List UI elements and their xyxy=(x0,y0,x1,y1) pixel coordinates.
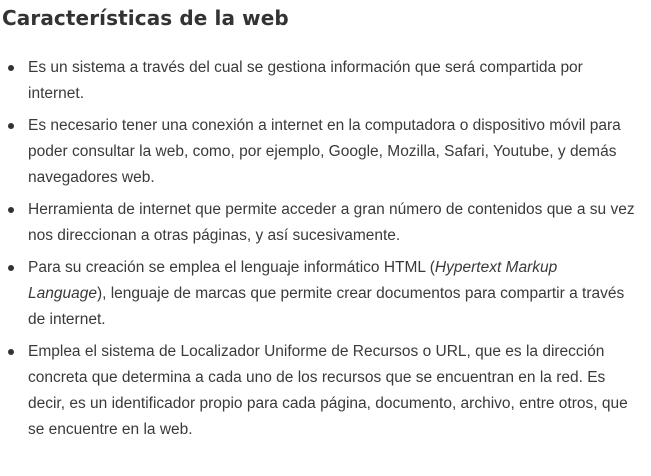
bullet-icon xyxy=(8,349,14,355)
list-item-text-after: ), lenguaje de marcas que permite crear … xyxy=(28,285,625,328)
bullet-icon xyxy=(8,123,14,129)
list-item-text: Es necesario tener una conexión a intern… xyxy=(28,117,621,186)
characteristics-list: Es un sistema a través del cual se gesti… xyxy=(0,55,651,449)
bullet-icon xyxy=(8,207,14,213)
list-item: Es un sistema a través del cual se gesti… xyxy=(0,55,639,107)
list-item-text: Para su creación se emplea el lenguaje i… xyxy=(28,259,624,328)
section-heading: Características de la web xyxy=(2,6,289,30)
list-item-text: Herramienta de internet que permite acce… xyxy=(28,201,635,244)
bullet-icon xyxy=(8,265,14,271)
list-item-text: Es un sistema a través del cual se gesti… xyxy=(28,59,583,102)
list-item-text-before: Para su creación se emplea el lenguaje i… xyxy=(28,259,435,276)
article-section: Características de la web Es un sistema … xyxy=(0,0,651,476)
list-item: Para su creación se emplea el lenguaje i… xyxy=(0,255,639,333)
bullet-icon xyxy=(8,65,14,71)
list-item: Emplea el sistema de Localizador Uniform… xyxy=(0,339,639,443)
list-item: Es necesario tener una conexión a intern… xyxy=(0,113,639,191)
list-item: Herramienta de internet que permite acce… xyxy=(0,197,639,249)
list-item-text: Emplea el sistema de Localizador Uniform… xyxy=(28,343,628,438)
